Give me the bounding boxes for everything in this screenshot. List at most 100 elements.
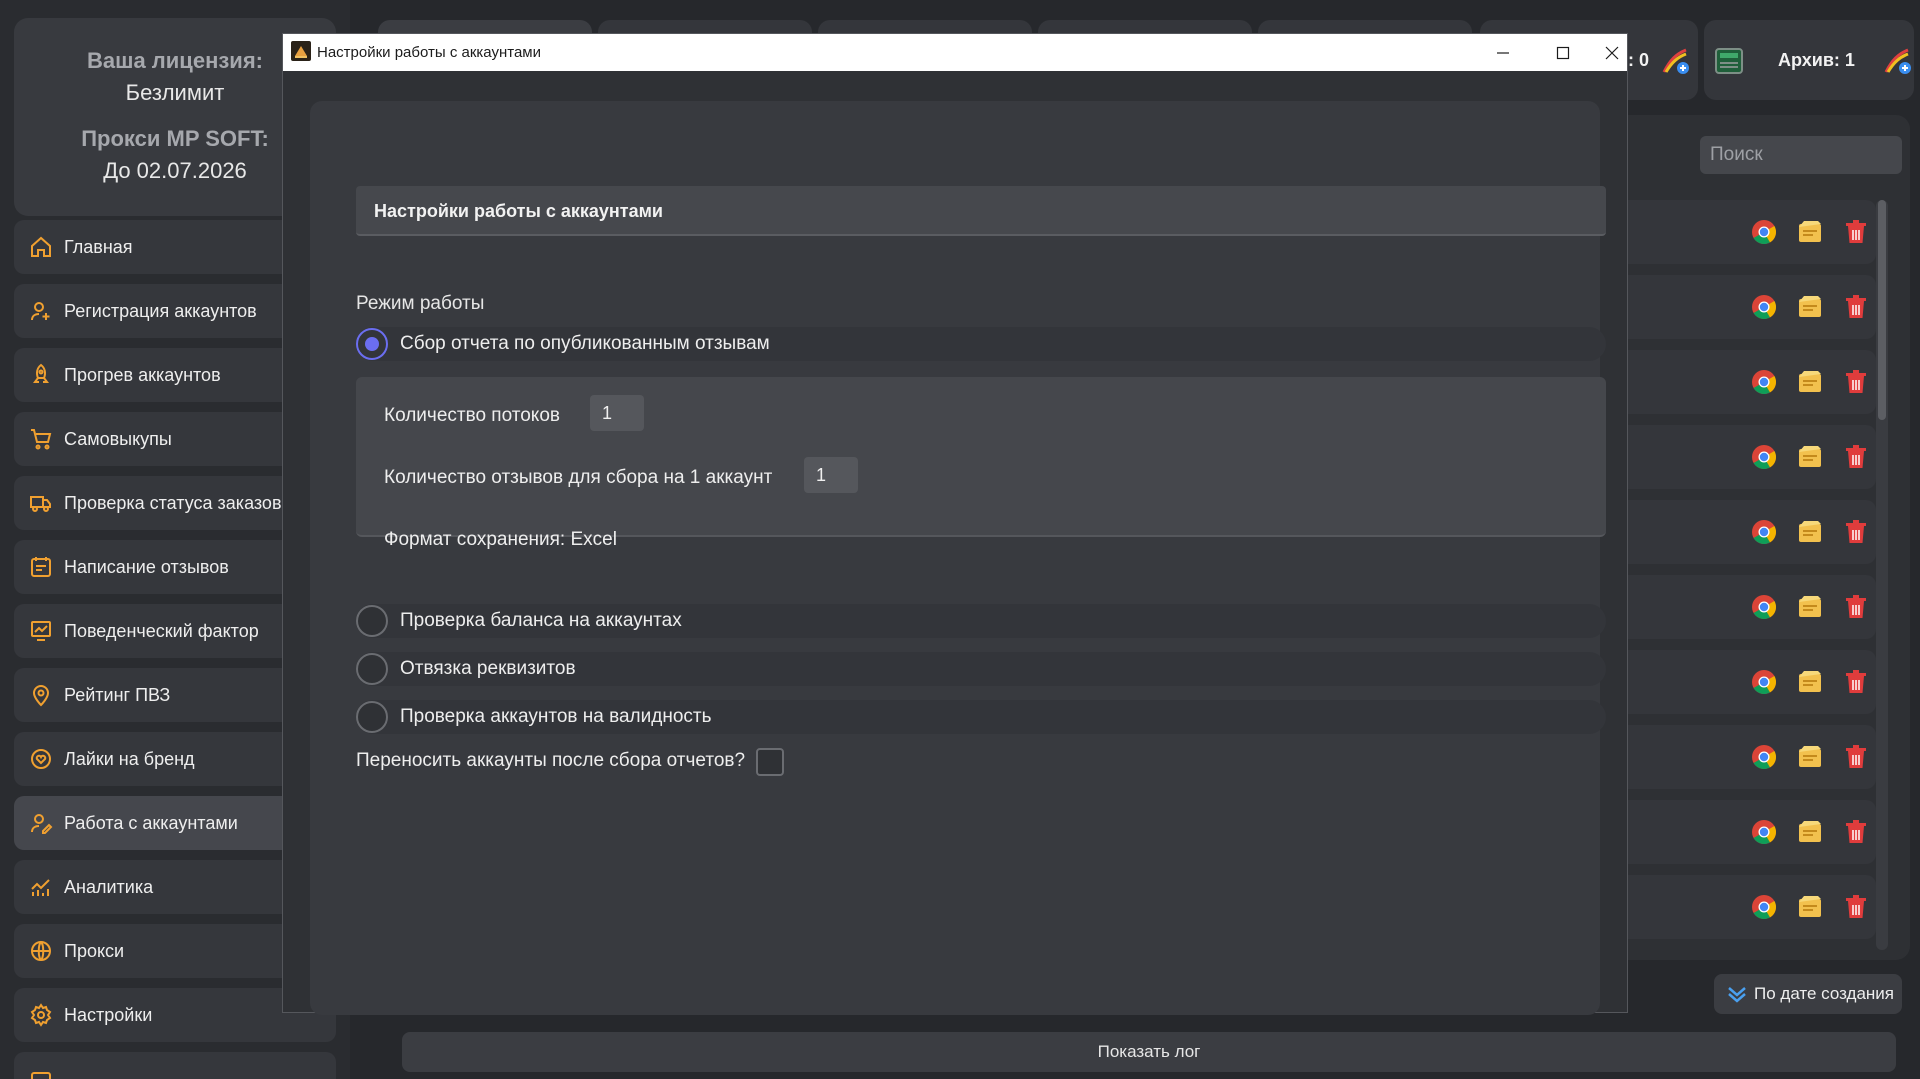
- account-row[interactable]: [1600, 875, 1876, 939]
- trash-icon[interactable]: [1842, 443, 1870, 471]
- sidebar-item-label: Написание отзывов: [64, 556, 229, 577]
- notes-icon[interactable]: [1796, 518, 1824, 546]
- sidebar-item-label: Поведенческий фактор: [64, 620, 259, 641]
- trash-icon[interactable]: [1842, 293, 1870, 321]
- transfer-accounts-checkbox[interactable]: [756, 748, 784, 776]
- account-row[interactable]: [1600, 200, 1876, 264]
- heart-icon: [28, 746, 54, 772]
- account-row[interactable]: [1600, 500, 1876, 564]
- chrome-icon[interactable]: [1750, 668, 1778, 696]
- notes-icon[interactable]: [1796, 443, 1824, 471]
- sidebar-item-more[interactable]: [14, 1052, 336, 1079]
- paint-brush-icon[interactable]: [1660, 46, 1690, 76]
- rocket-icon: [28, 362, 54, 388]
- sidebar-item-label: Главная: [64, 236, 133, 257]
- row-actions: [1750, 443, 1870, 471]
- chrome-icon[interactable]: [1750, 893, 1778, 921]
- minimize-icon: [1497, 51, 1509, 54]
- notes-icon[interactable]: [1796, 743, 1824, 771]
- chrome-icon[interactable]: [1750, 743, 1778, 771]
- threads-input[interactable]: [590, 395, 644, 431]
- tab-count: : 0: [1628, 50, 1650, 70]
- notes-icon[interactable]: [1796, 218, 1824, 246]
- sidebar-item-label: Лайки на бренд: [64, 748, 195, 769]
- radio-button[interactable]: [356, 701, 388, 733]
- chrome-icon[interactable]: [1750, 518, 1778, 546]
- option-balance-check[interactable]: Проверка баланса на аккаунтах: [356, 604, 1606, 638]
- chevron-down-icon: [1728, 987, 1746, 1003]
- row-actions: [1750, 893, 1870, 921]
- sidebar-item-label: Рейтинг ПВЗ: [64, 684, 171, 705]
- trash-icon[interactable]: [1842, 593, 1870, 621]
- chrome-icon[interactable]: [1750, 293, 1778, 321]
- account-row[interactable]: [1600, 725, 1876, 789]
- option-validity-check[interactable]: Проверка аккаунтов на валидность: [356, 700, 1606, 734]
- gear-icon: [28, 1002, 54, 1028]
- trash-icon[interactable]: [1842, 818, 1870, 846]
- row-actions: [1750, 743, 1870, 771]
- option-label: Проверка аккаунтов на валидность: [400, 706, 712, 727]
- paint-brush-icon[interactable]: [1882, 46, 1912, 76]
- review-icon: [28, 554, 54, 580]
- scrollbar[interactable]: [1876, 200, 1888, 950]
- search-input[interactable]: [1700, 136, 1902, 174]
- option-report-collection[interactable]: Сбор отчета по опубликованным отзывам: [356, 327, 1606, 361]
- row-actions: [1750, 518, 1870, 546]
- chrome-icon[interactable]: [1750, 593, 1778, 621]
- account-row[interactable]: [1600, 425, 1876, 489]
- maximize-icon: [1556, 46, 1570, 59]
- chrome-icon[interactable]: [1750, 818, 1778, 846]
- close-button[interactable]: [1595, 34, 1629, 71]
- location-pin-icon: [28, 682, 54, 708]
- minimize-button[interactable]: [1473, 34, 1533, 71]
- transfer-accounts-label: Переносить аккаунты после сбора отчетов?: [356, 750, 746, 771]
- sidebar-item-label: Регистрация аккаунтов: [64, 300, 257, 321]
- show-log-button[interactable]: Показать лог: [402, 1032, 1896, 1072]
- chrome-icon[interactable]: [1750, 443, 1778, 471]
- option-label: Отвязка реквизитов: [400, 658, 576, 679]
- home-icon: [28, 234, 54, 260]
- trash-icon[interactable]: [1842, 893, 1870, 921]
- close-icon: [1605, 46, 1619, 59]
- notes-icon[interactable]: [1796, 593, 1824, 621]
- sidebar-item-label: Работа с аккаунтами: [64, 812, 238, 833]
- trash-icon[interactable]: [1842, 668, 1870, 696]
- reviews-per-account-input[interactable]: [804, 457, 858, 493]
- account-row[interactable]: [1600, 575, 1876, 639]
- row-actions: [1750, 593, 1870, 621]
- account-row[interactable]: [1600, 275, 1876, 339]
- sidebar-item-label: Самовыкупы: [64, 428, 172, 449]
- chrome-icon[interactable]: [1750, 368, 1778, 396]
- dialog-header: Настройки работы с аккаунтами: [356, 186, 1606, 236]
- option-unlink-requisites[interactable]: Отвязка реквизитов: [356, 652, 1606, 686]
- trash-icon[interactable]: [1842, 743, 1870, 771]
- account-row[interactable]: [1600, 800, 1876, 864]
- user-add-icon: [28, 298, 54, 324]
- more-icon: [28, 1066, 54, 1079]
- row-actions: [1750, 368, 1870, 396]
- sort-button[interactable]: По дате создания: [1714, 974, 1902, 1014]
- radio-button[interactable]: [356, 605, 388, 637]
- trash-icon[interactable]: [1842, 218, 1870, 246]
- trash-icon[interactable]: [1842, 368, 1870, 396]
- notes-icon[interactable]: [1796, 668, 1824, 696]
- radio-button[interactable]: [356, 653, 388, 685]
- scrollbar-thumb[interactable]: [1878, 200, 1886, 420]
- dialog-titlebar[interactable]: Настройки работы с аккаунтами: [283, 34, 1627, 71]
- notes-icon[interactable]: [1796, 293, 1824, 321]
- globe-icon: [28, 938, 54, 964]
- account-row[interactable]: [1600, 350, 1876, 414]
- account-row[interactable]: [1600, 650, 1876, 714]
- row-actions: [1750, 218, 1870, 246]
- sidebar-item-label: Прогрев аккаунтов: [64, 364, 221, 385]
- trash-icon[interactable]: [1842, 518, 1870, 546]
- notes-icon[interactable]: [1796, 368, 1824, 396]
- archive-icon: [1715, 48, 1743, 74]
- maximize-button[interactable]: [1533, 34, 1593, 71]
- radio-button[interactable]: [356, 328, 388, 360]
- row-actions: [1750, 668, 1870, 696]
- chrome-icon[interactable]: [1750, 218, 1778, 246]
- sidebar-item-label: Аналитика: [64, 876, 154, 897]
- notes-icon[interactable]: [1796, 818, 1824, 846]
- notes-icon[interactable]: [1796, 893, 1824, 921]
